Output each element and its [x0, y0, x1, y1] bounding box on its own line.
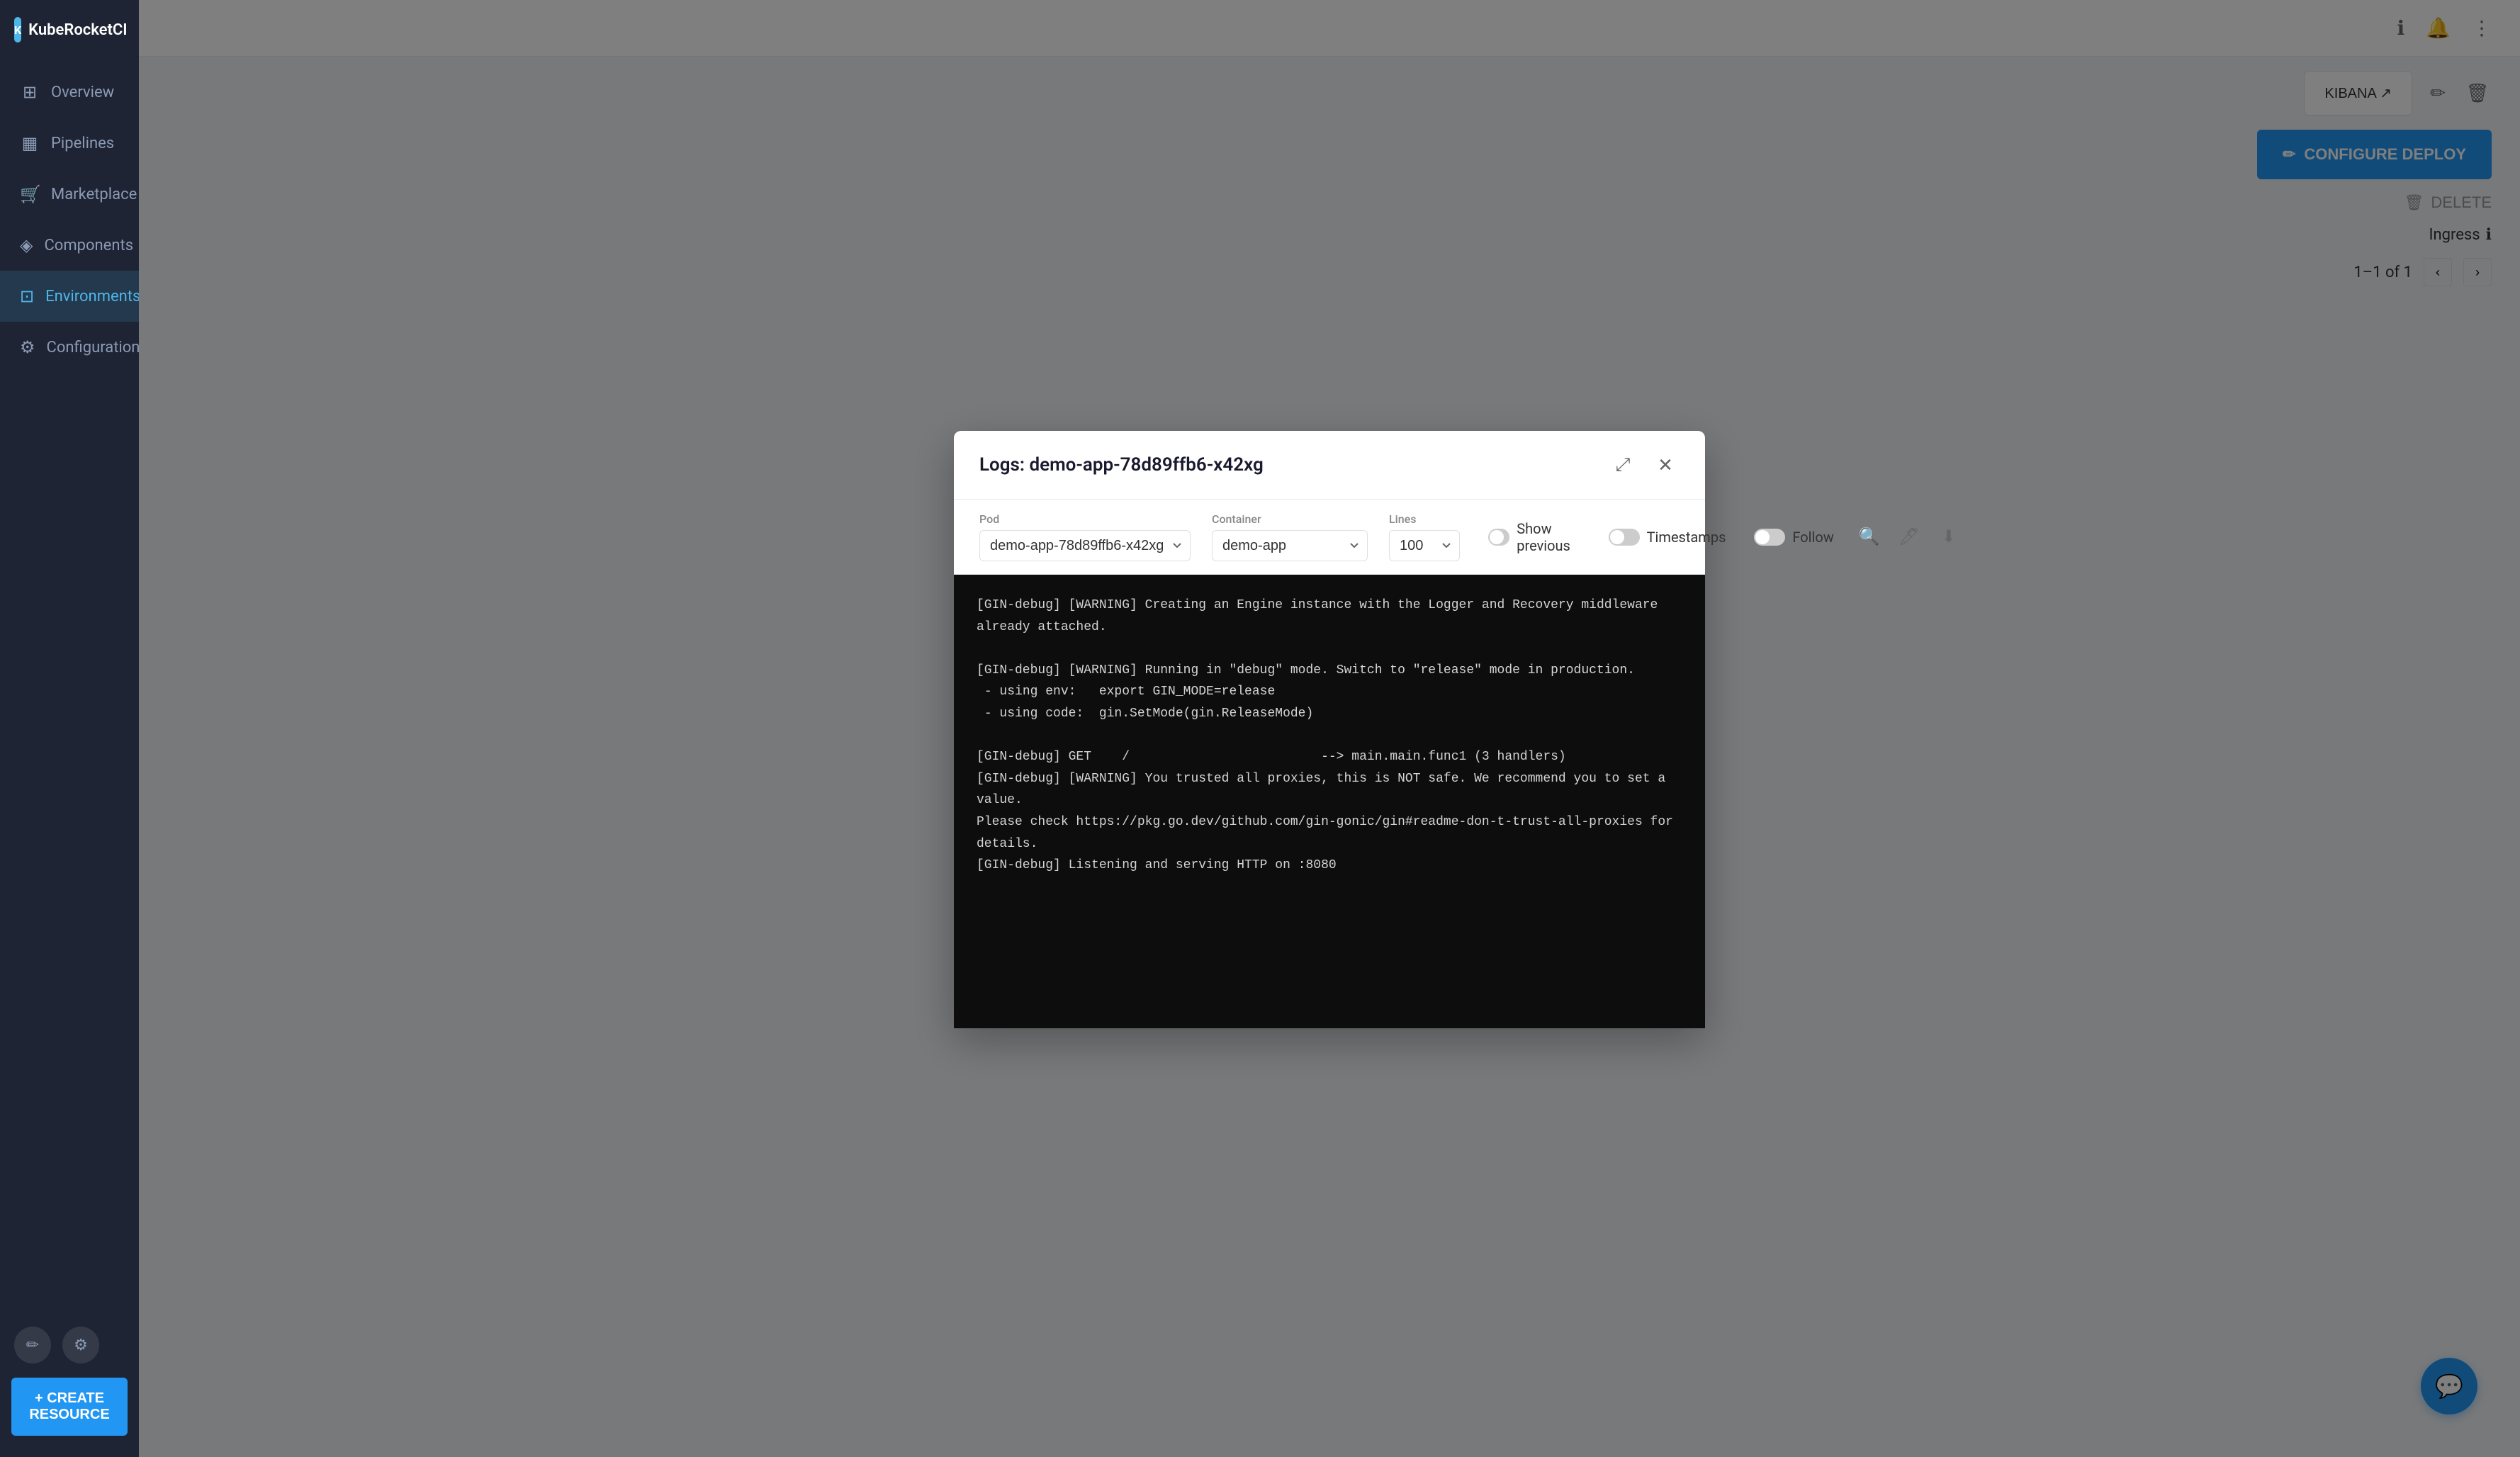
sidebar-item-environments[interactable]: ⊡ Environments — [0, 271, 139, 322]
follow-toggle[interactable] — [1754, 529, 1785, 546]
toolbar-icons: 🔍 🖊 ⬇ — [1855, 523, 1963, 551]
edit-icon[interactable]: ✏ — [14, 1327, 51, 1363]
show-previous-label: Show previous — [1517, 520, 1580, 554]
sidebar-item-label-components: Components — [44, 237, 133, 254]
lines-select[interactable]: 100 — [1389, 530, 1460, 561]
main-content: ℹ 🔔 ⋮ KIBANA ↗ ✏ 🗑 ✏ CONFIGURE DEPLOY 🗑 … — [139, 0, 2520, 1457]
timestamps-label: Timestamps — [1647, 529, 1726, 546]
lines-field: Lines 100 — [1389, 512, 1460, 561]
pod-field: Pod demo-app-78d89ffb6-x42xg — [979, 512, 1191, 561]
sidebar-item-marketplace[interactable]: 🛒 Marketplace — [0, 169, 139, 220]
modal-close-button[interactable]: ✕ — [1651, 451, 1680, 479]
sidebar-item-label-configuration: Configuration — [47, 339, 140, 356]
sidebar-nav: ⊞ Overview ▦ Pipelines 🛒 Marketplace ◈ C… — [0, 60, 139, 1312]
log-output: [GIN-debug] [WARNING] Creating an Engine… — [954, 575, 1705, 1028]
follow-label: Follow — [1792, 529, 1833, 546]
sidebar-item-overview[interactable]: ⊞ Overview — [0, 67, 139, 118]
sidebar-logo: K KubeRocketCI — [0, 0, 139, 60]
sidebar-item-components[interactable]: ◈ Components — [0, 220, 139, 271]
timestamps-toggle-group: Timestamps — [1609, 529, 1726, 546]
sidebar-item-label-pipelines: Pipelines — [51, 135, 114, 152]
modal-fullscreen-button[interactable]: ⤢ — [1609, 451, 1637, 479]
container-field: Container demo-app — [1212, 512, 1368, 561]
show-previous-toggle-group: Show previous — [1488, 520, 1580, 554]
sidebar-bottom-icons: ✏ ⚙ — [0, 1312, 139, 1378]
sidebar-item-label-overview: Overview — [51, 84, 114, 101]
container-select[interactable]: demo-app — [1212, 530, 1368, 561]
modal-header-actions: ⤢ ✕ — [1609, 451, 1680, 479]
timestamps-toggle[interactable] — [1609, 529, 1640, 546]
sidebar-item-label-marketplace: Marketplace — [51, 186, 137, 203]
environments-icon: ⊡ — [20, 286, 34, 306]
overview-icon: ⊞ — [20, 82, 40, 102]
follow-toggle-group: Follow — [1754, 529, 1833, 546]
components-icon: ◈ — [20, 235, 33, 255]
pod-select[interactable]: demo-app-78d89ffb6-x42xg — [979, 530, 1191, 561]
download-icon-button[interactable]: ⬇ — [1935, 523, 1963, 551]
configuration-icon: ⚙ — [20, 337, 35, 357]
bookmark-icon-button[interactable]: 🖊 — [1895, 523, 1923, 551]
create-resource-button[interactable]: + CREATE RESOURCE — [11, 1378, 128, 1436]
sidebar-item-configuration[interactable]: ⚙ Configuration — [0, 322, 139, 373]
sidebar-item-pipelines[interactable]: ▦ Pipelines — [0, 118, 139, 169]
container-label: Container — [1212, 512, 1368, 526]
modal-overlay[interactable]: Logs: demo-app-78d89ffb6-x42xg ⤢ ✕ Pod d… — [139, 0, 2520, 1457]
modal-header: Logs: demo-app-78d89ffb6-x42xg ⤢ ✕ — [954, 431, 1705, 500]
pipelines-icon: ▦ — [20, 133, 40, 153]
lines-label: Lines — [1389, 512, 1460, 526]
logo-text: KubeRocketCI — [28, 21, 127, 39]
modal-title: Logs: demo-app-78d89ffb6-x42xg — [979, 454, 1264, 476]
marketplace-icon: 🛒 — [20, 184, 40, 204]
sidebar-item-label-environments: Environments — [45, 288, 140, 305]
sidebar: K KubeRocketCI ⊞ Overview ▦ Pipelines 🛒 … — [0, 0, 139, 1457]
logs-modal: Logs: demo-app-78d89ffb6-x42xg ⤢ ✕ Pod d… — [954, 431, 1705, 1026]
show-previous-toggle[interactable] — [1488, 529, 1509, 546]
logo-icon: K — [14, 17, 21, 43]
pod-label: Pod — [979, 512, 1191, 526]
search-icon-button[interactable]: 🔍 — [1855, 523, 1884, 551]
settings-icon[interactable]: ⚙ — [62, 1327, 99, 1363]
modal-toolbar: Pod demo-app-78d89ffb6-x42xg Container d… — [954, 500, 1705, 575]
